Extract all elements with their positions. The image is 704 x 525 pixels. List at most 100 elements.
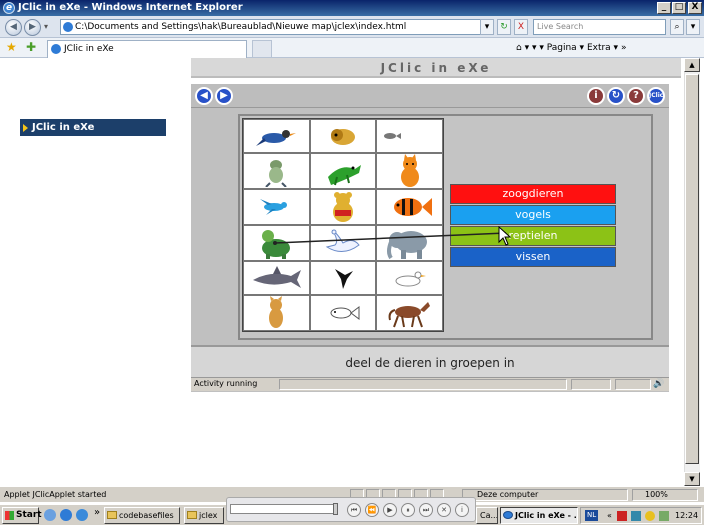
taskbar-item-ca[interactable]: Ca... bbox=[476, 507, 498, 524]
animal-cell[interactable] bbox=[309, 153, 377, 189]
address-dropdown-icon[interactable]: ▾ bbox=[480, 19, 494, 35]
media-stop-icon[interactable]: ✕ bbox=[437, 503, 451, 517]
start-button[interactable]: Start bbox=[2, 507, 42, 524]
animal-cell[interactable] bbox=[243, 295, 310, 331]
window-titlebar[interactable]: e JClic in eXe - Windows Internet Explor… bbox=[0, 0, 704, 16]
taskbar-item-jclex[interactable]: jclex bbox=[184, 507, 224, 524]
media-seek-bar[interactable] bbox=[230, 504, 337, 514]
applet-status-text: Activity running bbox=[194, 379, 258, 388]
tab-jclic[interactable]: JClic in eXe bbox=[47, 40, 247, 58]
media-play-icon[interactable]: ▶ bbox=[383, 503, 397, 517]
zoom-text: 100% bbox=[645, 490, 668, 499]
tray-security-icon[interactable] bbox=[645, 511, 655, 521]
seek-thumb[interactable] bbox=[333, 503, 338, 515]
browser-status-text: Applet JClicApplet started bbox=[4, 490, 107, 499]
stop-button[interactable]: X bbox=[514, 19, 528, 35]
info-icon[interactable]: i bbox=[587, 87, 605, 105]
tab-page-icon bbox=[51, 44, 61, 54]
zoom-control[interactable]: 100% bbox=[632, 489, 698, 501]
next-activity-icon[interactable]: ▶ bbox=[215, 87, 233, 105]
refresh-button[interactable]: ↻ bbox=[497, 19, 511, 35]
animal-cell[interactable] bbox=[243, 189, 310, 225]
restart-icon[interactable]: ↻ bbox=[607, 87, 625, 105]
show-desktop-icon[interactable] bbox=[44, 509, 56, 521]
forward-icon[interactable]: ▶ bbox=[24, 19, 41, 36]
animal-cell[interactable] bbox=[309, 189, 377, 225]
sidebar-item-label: JClic in eXe bbox=[32, 122, 95, 133]
back-icon[interactable]: ◀ bbox=[5, 19, 22, 36]
windows-logo-icon bbox=[5, 511, 14, 520]
start-label: Start bbox=[16, 510, 42, 520]
media-rewind-icon[interactable]: ⏪ bbox=[365, 503, 379, 517]
sound-icon[interactable]: 🔊 bbox=[653, 378, 664, 390]
new-tab-button[interactable] bbox=[252, 40, 272, 58]
media-next-icon[interactable]: ⏭ bbox=[419, 503, 433, 517]
tabs-toolbar: ★ ✚ JClic in eXe ⌂ ▾ ▾ ▾ Pagina ▾ Extra … bbox=[0, 38, 704, 58]
tray-expand-icon[interactable]: « bbox=[607, 508, 612, 523]
taskbar-item-jclic[interactable]: JClic in eXe - ... bbox=[500, 507, 578, 524]
category-zoogdieren[interactable]: zoogdieren bbox=[450, 184, 616, 204]
search-input[interactable]: Live Search bbox=[533, 19, 666, 35]
folder-icon bbox=[107, 511, 117, 519]
ie-quicklaunch-icon[interactable] bbox=[60, 509, 72, 521]
favorites-star-icon[interactable]: ★ bbox=[6, 40, 17, 54]
command-bar[interactable]: ⌂ ▾ ▾ ▾ Pagina ▾ Extra ▾ » bbox=[516, 41, 626, 55]
scroll-down-icon[interactable]: ▼ bbox=[684, 472, 700, 486]
maximize-button[interactable]: □ bbox=[672, 2, 686, 14]
animal-cell[interactable] bbox=[309, 261, 377, 295]
zone-text: Deze computer bbox=[477, 490, 539, 499]
quicklaunch-more-icon[interactable]: » bbox=[94, 507, 100, 518]
folder-icon bbox=[187, 511, 197, 519]
search-icon[interactable]: ⌕ bbox=[670, 19, 684, 35]
media-info-icon[interactable]: i bbox=[455, 503, 469, 517]
search-options-icon[interactable]: ▾ bbox=[686, 19, 700, 35]
security-zone: Deze computer bbox=[462, 489, 628, 501]
animal-cell[interactable] bbox=[376, 153, 443, 189]
history-dropdown-icon[interactable]: ▾ bbox=[44, 22, 48, 31]
more-tools-icon[interactable]: » bbox=[621, 43, 627, 53]
drag-line bbox=[273, 232, 507, 245]
animal-cell[interactable] bbox=[376, 295, 443, 331]
sidebar-item-jclic[interactable]: JClic in eXe bbox=[20, 119, 166, 136]
scroll-up-icon[interactable]: ▲ bbox=[684, 58, 700, 72]
animal-cell[interactable] bbox=[243, 119, 310, 153]
media-pause-icon[interactable]: ⏸ bbox=[401, 503, 415, 517]
animal-cell[interactable] bbox=[376, 119, 443, 153]
page-icon bbox=[63, 22, 73, 32]
nav-arrow-icon bbox=[23, 124, 28, 132]
page-header: JClic in eXe bbox=[191, 58, 681, 78]
applet-status-bar: Activity running 🔊 bbox=[191, 377, 669, 391]
animal-cell[interactable] bbox=[309, 295, 377, 331]
tab-title: JClic in eXe bbox=[64, 44, 114, 54]
taskbar-item-codebasefiles[interactable]: codebasefiles bbox=[104, 507, 180, 524]
activity-message: deel de dieren in groepen in bbox=[191, 345, 669, 377]
help-icon[interactable]: ? bbox=[627, 87, 645, 105]
previous-activity-icon[interactable]: ◀ bbox=[195, 87, 213, 105]
animal-cell[interactable] bbox=[243, 261, 310, 295]
tray-app-icon[interactable] bbox=[617, 511, 627, 521]
category-vogels[interactable]: vogels bbox=[450, 205, 616, 225]
clock: 12:24 bbox=[675, 511, 699, 520]
animal-cell[interactable] bbox=[376, 189, 443, 225]
ie-icon bbox=[503, 511, 513, 519]
tray-misc-icon[interactable] bbox=[659, 511, 669, 521]
address-toolbar: ◀ ▶ ▾ C:\Documents and Settings\hak\Bure… bbox=[0, 16, 704, 38]
address-text: C:\Documents and Settings\hak\Bureaublad… bbox=[75, 22, 407, 32]
media-prev-icon[interactable]: ⏮ bbox=[347, 503, 361, 517]
animal-cell[interactable] bbox=[243, 153, 310, 189]
ie-icon: e bbox=[3, 2, 15, 14]
animal-cell[interactable] bbox=[309, 119, 377, 153]
animal-cell[interactable] bbox=[376, 261, 443, 295]
scrollbar-thumb[interactable] bbox=[685, 74, 699, 464]
add-favorites-icon[interactable]: ✚ bbox=[26, 40, 36, 54]
tray-network-icon[interactable] bbox=[631, 511, 641, 521]
jclic-logo-icon[interactable]: JClic bbox=[647, 87, 665, 105]
window-title: JClic in eXe - Windows Internet Explorer bbox=[18, 2, 243, 13]
minimize-button[interactable]: _ bbox=[657, 2, 671, 14]
tools-text: ▾ ▾ ▾ Pagina ▾ Extra ▾ bbox=[524, 43, 619, 53]
quicklaunch-icon[interactable] bbox=[76, 509, 88, 521]
home-icon[interactable]: ⌂ bbox=[516, 43, 522, 53]
address-input[interactable]: C:\Documents and Settings\hak\Bureaublad… bbox=[60, 19, 490, 35]
close-window-button[interactable]: X bbox=[688, 2, 702, 14]
language-indicator[interactable]: NL bbox=[585, 510, 599, 521]
